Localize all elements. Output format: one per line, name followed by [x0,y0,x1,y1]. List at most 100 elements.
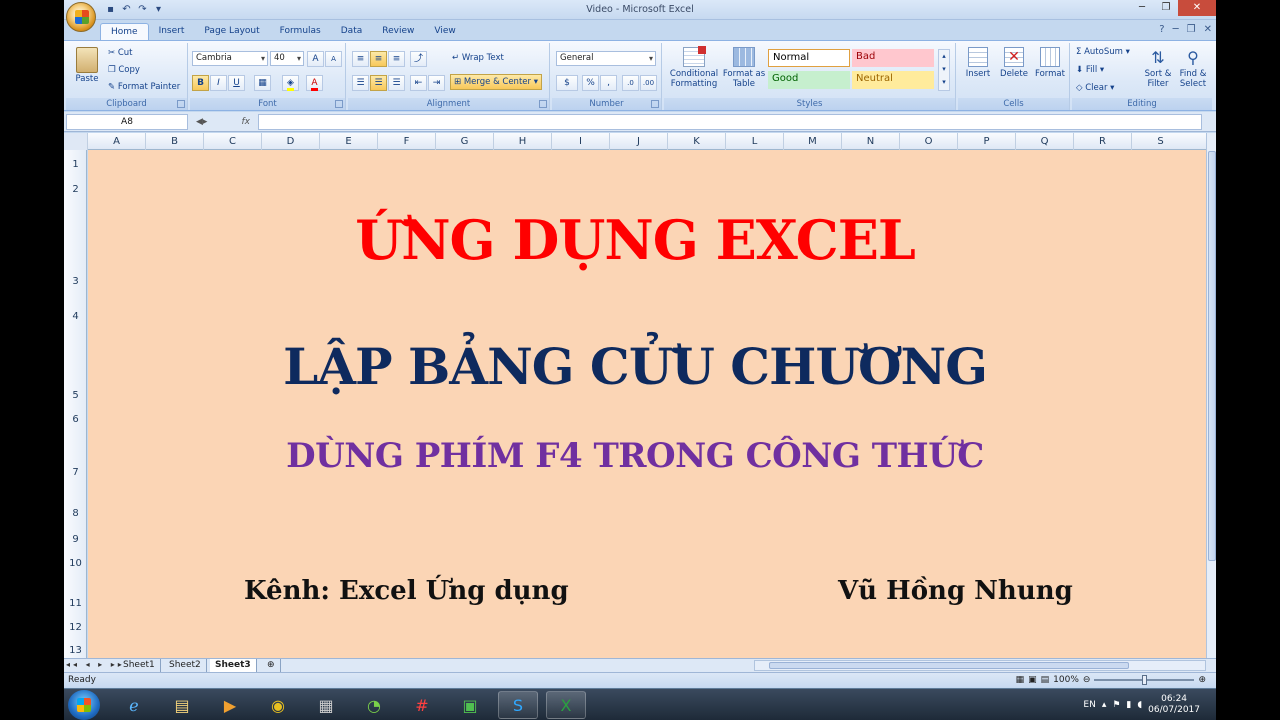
row-header[interactable]: 2 [64,184,87,195]
clock[interactable]: 06:24 06/07/2017 [1148,694,1200,716]
cut-button[interactable]: ✂ Cut [108,48,132,58]
tab-data[interactable]: Data [331,23,373,40]
font-size-combo[interactable]: 40 [270,51,304,66]
camtasia-icon[interactable]: ◔ [354,691,394,719]
align-bottom-button[interactable]: ≡ [388,51,405,67]
help-icon[interactable]: ? [1159,24,1164,35]
column-header[interactable]: D [261,133,319,150]
column-header[interactable]: L [725,133,783,150]
zoom-slider[interactable] [1094,675,1195,685]
row-header[interactable]: 7 [64,467,87,478]
row-header[interactable]: 12 [64,622,87,633]
clear-button[interactable]: ◇ Clear ▾ [1076,83,1114,93]
start-button[interactable] [68,690,100,720]
explorer-icon[interactable]: ▤ [162,691,202,719]
tray-show-hidden-icon[interactable]: ▴ [1102,700,1107,710]
zoom-level[interactable]: 100% [1053,675,1079,685]
format-painter-button[interactable]: ✎ Format Painter [108,82,180,92]
grow-font-button[interactable]: A [307,51,324,67]
column-header[interactable]: R [1073,133,1131,150]
decrease-indent-button[interactable]: ⇤ [410,75,427,91]
column-header[interactable]: C [203,133,261,150]
vertical-scrollbar[interactable] [1206,133,1216,658]
sheet-tab-sheet2[interactable]: Sheet2 [164,659,207,672]
number-format-combo[interactable]: General [556,51,656,66]
increase-decimal-button[interactable]: .0 [622,75,639,91]
column-header[interactable]: E [319,133,377,150]
column-header[interactable]: I [551,133,609,150]
column-header[interactable]: A [87,133,145,150]
row-header[interactable]: 10 [64,558,87,569]
font-launcher[interactable] [335,100,343,108]
column-header[interactable]: N [841,133,899,150]
tab-insert[interactable]: Insert [149,23,195,40]
font-color-button[interactable]: A [306,75,323,91]
styles-scroll[interactable]: ▴ ▾ ▾ [938,49,950,91]
insert-cells-button[interactable]: Insert [960,47,996,79]
align-top-button[interactable]: ≡ [352,51,369,67]
increase-indent-button[interactable]: ⇥ [428,75,445,91]
bold-button[interactable]: B [192,75,209,91]
tab-view[interactable]: View [424,23,465,40]
ribbon-restore-icon[interactable]: ❐ [1187,24,1196,35]
border-button[interactable]: ▦ [254,75,271,91]
recorder-icon[interactable]: ▣ [450,691,490,719]
zoom-in-icon[interactable]: ⊕ [1198,675,1206,685]
zoom-out-icon[interactable]: ⊖ [1083,675,1091,685]
autosum-button[interactable]: Σ AutoSum ▾ [1076,47,1130,57]
close-button[interactable]: ✕ [1178,0,1216,16]
comma-button[interactable]: , [600,75,617,91]
column-header[interactable]: K [667,133,725,150]
tab-review[interactable]: Review [372,23,424,40]
calculator-icon[interactable]: ▦ [306,691,346,719]
decrease-decimal-button[interactable]: .00 [640,75,657,91]
skype-icon[interactable]: S [498,691,538,719]
row-header[interactable]: 1 [64,159,87,170]
column-header[interactable]: B [145,133,203,150]
network-icon[interactable]: ▮ [1126,700,1131,710]
office-button[interactable] [66,2,96,32]
format-cells-button[interactable]: Format [1032,47,1068,79]
column-header[interactable]: H [493,133,551,150]
align-center-button[interactable]: ☰ [370,75,387,91]
row-header[interactable]: 9 [64,534,87,545]
media-player-icon[interactable]: ▶ [210,691,250,719]
page-layout-view-icon[interactable]: ▣ [1028,675,1037,685]
sheet-nav-buttons[interactable]: ◂◂ ◂ ▸ ▸▸ [66,660,125,669]
orientation-button[interactable]: ⤴ [410,51,427,67]
currency-button[interactable]: $ [556,75,578,91]
shrink-font-button[interactable]: A [325,51,342,67]
page-break-view-icon[interactable]: ▤ [1041,675,1050,685]
style-normal[interactable]: Normal [768,49,850,67]
column-header[interactable]: P [957,133,1015,150]
format-as-table-button[interactable]: Format as Table [722,47,766,89]
tab-home[interactable]: Home [100,23,149,40]
vertical-scroll-thumb[interactable] [1208,151,1216,561]
worksheet-grid[interactable]: ỨNG DỤNG EXCEL LẬP BẢNG CỬU CHƯƠNG DÙNG … [88,150,1206,658]
align-right-button[interactable]: ☰ [388,75,405,91]
underline-button[interactable]: U [228,75,245,91]
column-header[interactable]: F [377,133,435,150]
language-indicator[interactable]: EN [1083,700,1095,710]
conditional-formatting-button[interactable]: Conditional Formatting [666,46,722,89]
copy-button[interactable]: ❐ Copy [108,65,140,75]
align-left-button[interactable]: ☰ [352,75,369,91]
number-launcher[interactable] [651,100,659,108]
formula-input[interactable] [258,114,1202,130]
minimize-button[interactable]: ─ [1130,0,1154,16]
sheet-tab-sheet3[interactable]: Sheet3 [210,659,257,672]
row-header[interactable]: 6 [64,414,87,425]
column-header[interactable]: Q [1015,133,1073,150]
row-header[interactable]: 5 [64,390,87,401]
volume-icon[interactable]: ◖ [1137,700,1142,710]
style-good[interactable]: Good [768,71,850,89]
row-header[interactable]: 13 [64,645,87,656]
name-box[interactable]: A8 [66,114,188,130]
normal-view-icon[interactable]: ▦ [1016,675,1025,685]
row-header[interactable]: 3 [64,276,87,287]
column-header[interactable]: J [609,133,667,150]
fill-button[interactable]: ⬇ Fill ▾ [1076,65,1104,75]
tab-formulas[interactable]: Formulas [270,23,331,40]
sort-filter-button[interactable]: ⇅ Sort & Filter [1142,47,1174,89]
alignment-launcher[interactable] [539,100,547,108]
